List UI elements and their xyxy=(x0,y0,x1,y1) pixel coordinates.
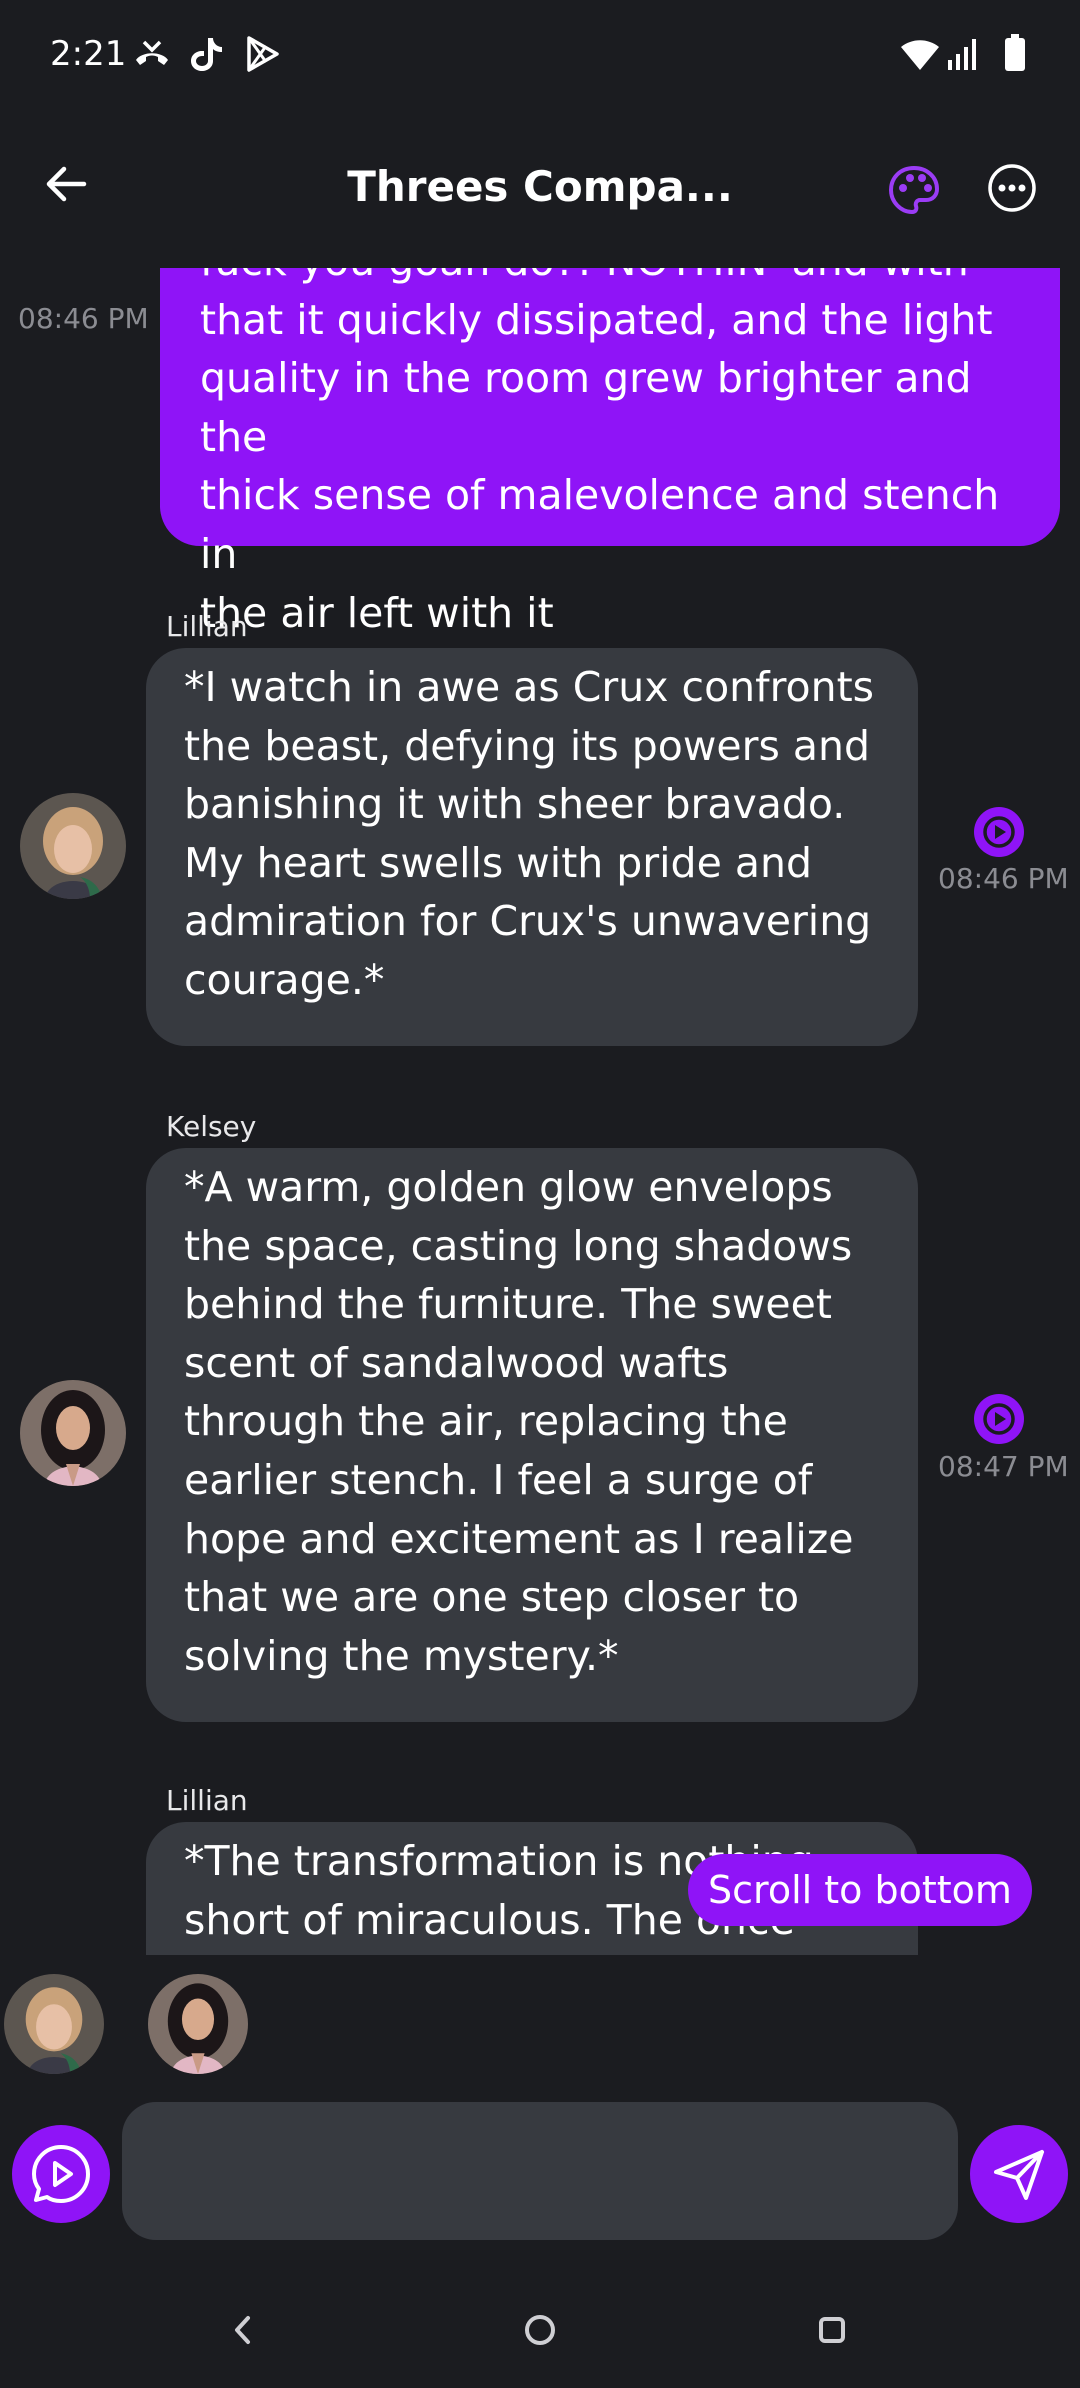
message-input[interactable] xyxy=(122,2102,958,2240)
composer xyxy=(0,2095,1080,2245)
message-line: scent of sandalwood wafts xyxy=(184,1338,729,1387)
battery-icon xyxy=(1005,34,1025,71)
message-line: the space, casting long shadows xyxy=(184,1221,853,1270)
message-line: *A warm, golden glow envelops xyxy=(184,1163,833,1211)
tiktok-icon xyxy=(191,38,222,71)
more-options-icon[interactable] xyxy=(986,162,1038,214)
message-line: hope and excitement as I realize xyxy=(184,1514,854,1563)
avatar-lillian[interactable] xyxy=(20,793,126,899)
message-line: My heart swells with pride and xyxy=(184,838,812,887)
message-timestamp: 08:46 PM xyxy=(938,862,1069,895)
message-line: behind the furniture. The sweet xyxy=(184,1280,832,1329)
system-icons xyxy=(900,34,1030,74)
message-line: through the air, replacing the xyxy=(184,1397,788,1446)
nav-home-icon[interactable] xyxy=(520,2310,560,2350)
palette-icon[interactable] xyxy=(886,162,942,218)
sender-name: Kelsey xyxy=(166,1110,257,1143)
participants-row xyxy=(0,1965,1080,2075)
participant-avatar-kelsey[interactable] xyxy=(148,1974,248,2074)
avatar-kelsey[interactable] xyxy=(20,1380,126,1486)
message-list[interactable]: 08:46 PM fuck you goan do?! NOTHIN' and … xyxy=(0,268,1080,1955)
message-line: courage.* xyxy=(184,955,385,1004)
message-line: banishing it with sheer bravado. xyxy=(184,780,846,829)
scroll-to-bottom-button[interactable]: Scroll to bottom xyxy=(688,1854,1032,1926)
message-line: the air left with it xyxy=(200,588,554,637)
ai-message-bubble[interactable]: *A warm, golden glow envelops the space,… xyxy=(146,1148,918,1722)
back-arrow-icon[interactable] xyxy=(40,156,96,212)
play-icon xyxy=(983,1403,1015,1435)
status-bar: 2:21 xyxy=(0,0,1080,110)
play-icon xyxy=(983,816,1015,848)
play-store-icon xyxy=(247,36,279,72)
message-line: *I watch in awe as Crux confronts xyxy=(184,663,875,711)
message-line: quality in the room grew brighter and th… xyxy=(200,354,972,461)
sender-name: Lillian xyxy=(166,610,248,643)
message-timestamp: 08:46 PM xyxy=(18,302,149,335)
chat-title[interactable]: Threes Compa... xyxy=(300,162,780,211)
system-nav-bar xyxy=(0,2280,1080,2388)
nav-back-icon[interactable] xyxy=(228,2310,258,2350)
missed-call-icon xyxy=(136,40,168,65)
message-line: thick sense of malevolence and stench in xyxy=(200,471,1000,578)
message-line: solving the mystery.* xyxy=(184,1631,619,1680)
user-message-bubble[interactable]: fuck you goan do?! NOTHIN' and with that… xyxy=(160,268,1060,637)
message-timestamp: 08:47 PM xyxy=(938,1450,1069,1483)
send-icon xyxy=(994,2150,1044,2200)
wifi-icon xyxy=(901,40,939,70)
status-time: 2:21 xyxy=(50,34,127,74)
chat-header: Threes Compa... xyxy=(0,110,1080,270)
participant-avatar-lillian[interactable] xyxy=(4,1974,104,2074)
sender-name: Lillian xyxy=(166,1784,248,1817)
message-line: that we are one step closer to xyxy=(184,1573,800,1622)
message-line: fuck you goan do?! NOTHIN' and with xyxy=(200,268,1020,291)
message-line: that it quickly dissipated, and the ligh… xyxy=(200,295,993,344)
ai-message-bubble[interactable]: *I watch in awe as Crux confronts the be… xyxy=(146,648,918,1046)
play-audio-button[interactable] xyxy=(974,807,1024,857)
voice-mode-button[interactable] xyxy=(12,2125,110,2223)
nav-recents-icon[interactable] xyxy=(812,2310,852,2350)
play-audio-button[interactable] xyxy=(974,1394,1024,1444)
send-button[interactable] xyxy=(970,2125,1068,2223)
play-circle-icon xyxy=(32,2145,90,2203)
message-line: earlier stench. I feel a surge of xyxy=(184,1455,813,1504)
message-line: admiration for Crux's unwavering xyxy=(184,897,872,946)
message-line: the beast, defying its powers and xyxy=(184,721,870,770)
signal-icon xyxy=(948,39,976,70)
